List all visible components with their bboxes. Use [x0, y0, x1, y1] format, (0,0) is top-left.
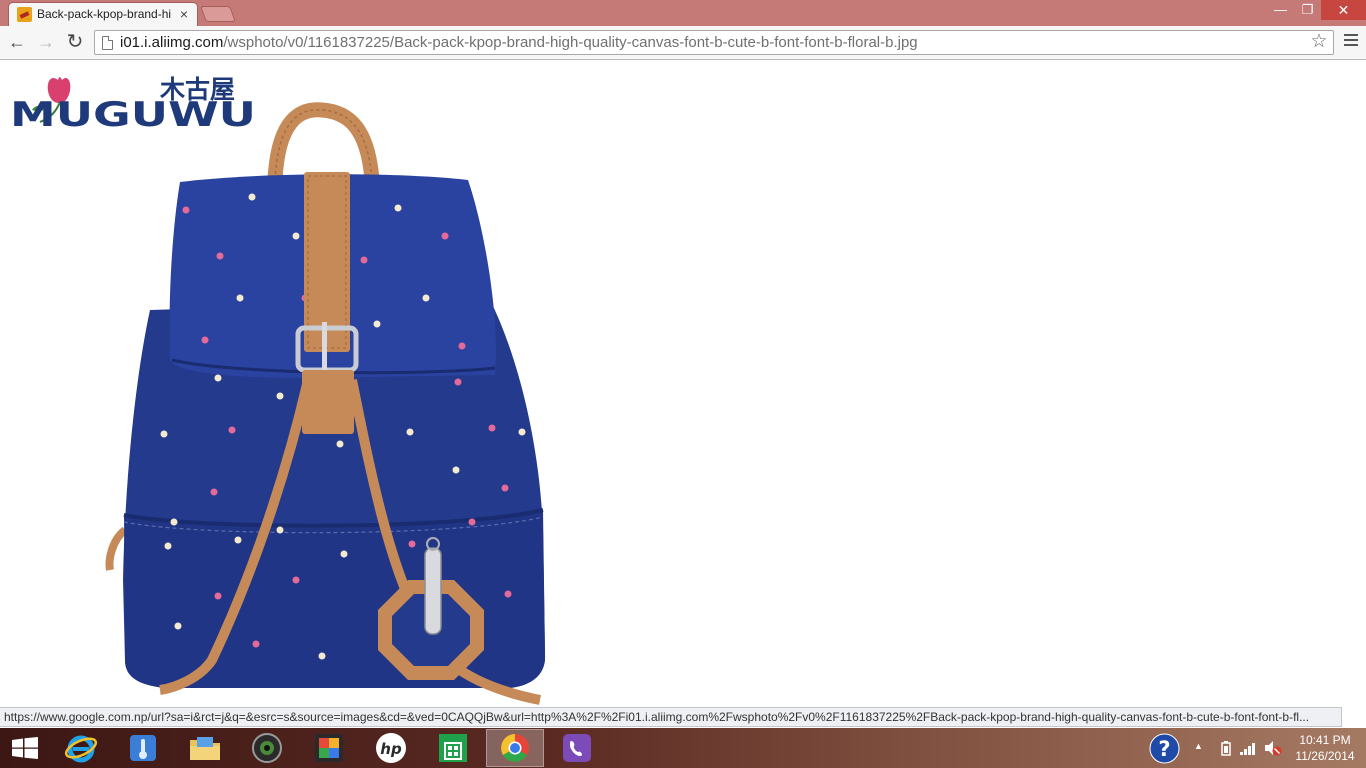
windows-taskbar: hp ? ▲ 10:41 PM 11/26/2014 [0, 728, 1366, 768]
browser-title-bar: Back-pack-kpop-brand-hi × — ❐ ✕ [0, 0, 1366, 26]
taskbar-control-panel[interactable] [114, 729, 172, 767]
browser-toolbar: ← → ↻ i01.i.aliimg.com/wsphoto/v0/116183… [0, 26, 1366, 60]
tab-title: Back-pack-kpop-brand-hi [37, 7, 172, 21]
forward-button[interactable]: → [34, 30, 58, 54]
close-window-button[interactable]: ✕ [1321, 0, 1366, 20]
browser-tab[interactable]: Back-pack-kpop-brand-hi × [8, 2, 198, 26]
network-signal-icon[interactable] [1240, 741, 1256, 755]
taskbar-photo-app[interactable] [300, 729, 358, 767]
page-content: 木古屋 MUGUWU [0, 60, 1366, 728]
svg-text:?: ? [1158, 737, 1170, 761]
volume-muted-icon[interactable] [1264, 740, 1282, 756]
battery-icon[interactable] [1221, 740, 1231, 756]
bookmark-star-icon[interactable]: ☆ [1309, 32, 1329, 52]
url-host: i01.i.aliimg.com [120, 34, 224, 51]
backpack [105, 102, 546, 705]
page-icon [102, 36, 113, 50]
restore-button[interactable]: ❐ [1294, 0, 1321, 20]
folder-icon [190, 737, 220, 760]
taskbar-webcam[interactable] [238, 729, 296, 767]
help-icon[interactable]: ? [1149, 733, 1180, 764]
taskbar-file-explorer[interactable] [176, 729, 234, 767]
hp-icon: hp [376, 733, 406, 763]
chrome-icon [501, 734, 529, 762]
backpack-product-image[interactable]: 木古屋 MUGUWU [0, 60, 560, 728]
clock-date: 11/26/2014 [1295, 749, 1355, 763]
camera-icon [252, 733, 282, 763]
new-tab-button[interactable] [200, 6, 236, 22]
back-button[interactable]: ← [5, 30, 29, 54]
url-text[interactable]: i01.i.aliimg.com/wsphoto/v0/1161837225/B… [120, 34, 918, 52]
taskbar-store[interactable] [424, 729, 482, 767]
url-path: /wsphoto/v0/1161837225/Back-pack-kpop-br… [223, 34, 918, 51]
address-bar[interactable]: i01.i.aliimg.com/wsphoto/v0/1161837225/B… [94, 30, 1334, 55]
viber-icon [563, 734, 591, 762]
taskbar-chrome[interactable] [486, 729, 544, 767]
puzzle-icon [315, 734, 343, 762]
windows-start-icon[interactable] [12, 737, 38, 759]
store-icon [439, 734, 467, 762]
minimize-button[interactable]: — [1267, 0, 1294, 20]
thermometer-icon [130, 735, 156, 761]
clock-time: 10:41 PM [1299, 733, 1351, 747]
brand-name-text: MUGUWU [10, 95, 256, 135]
muguwu-logo: 木古屋 MUGUWU [10, 75, 256, 135]
show-hidden-icons-icon[interactable]: ▲ [1194, 741, 1203, 751]
chrome-menu-icon[interactable] [1344, 34, 1358, 52]
taskbar-hp[interactable]: hp [362, 729, 420, 767]
window-controls: — ❐ ✕ [1267, 0, 1366, 20]
taskbar-viber[interactable] [548, 729, 606, 767]
svg-text:hp: hp [380, 740, 402, 758]
tab-close-icon[interactable]: × [177, 6, 191, 22]
link-status-bar: https://www.google.com.np/url?sa=i&rct=j… [0, 707, 1342, 727]
reload-button[interactable]: ↻ [63, 30, 87, 54]
favicon-icon [17, 7, 32, 22]
taskbar-internet-explorer[interactable] [52, 729, 110, 767]
taskbar-clock[interactable]: 10:41 PM 11/26/2014 [1294, 732, 1356, 764]
ie-icon [64, 735, 98, 763]
